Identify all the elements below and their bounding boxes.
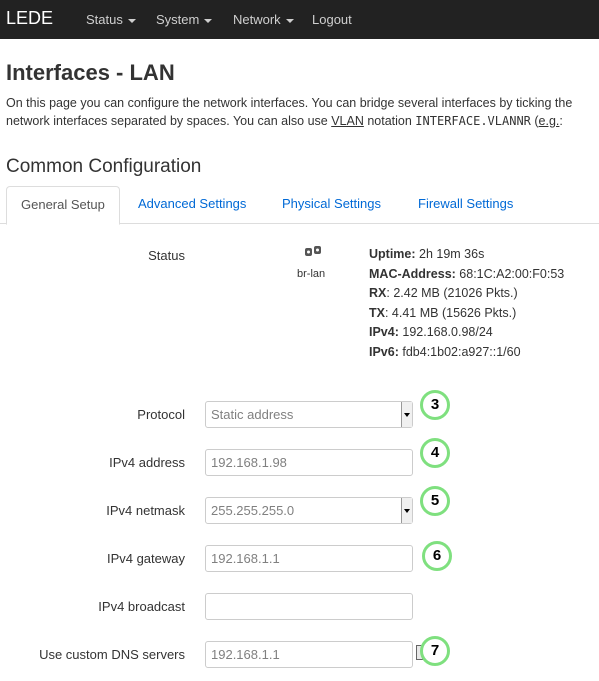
description-text: : — [559, 114, 563, 128]
menu-status-label: Status — [86, 12, 123, 27]
interface-vlan-code: INTERFACE.VLANNR — [415, 114, 531, 128]
step-badge-7: 7 — [420, 636, 450, 666]
chevron-down-icon — [127, 18, 136, 23]
tab-physical-settings[interactable]: Physical Settings — [268, 186, 395, 222]
ipv6-value: fdb4:1b02:a927::1/60 — [402, 344, 521, 359]
menu-system[interactable]: System — [156, 12, 213, 27]
ipv4-netmask-label: IPv4 netmask — [106, 503, 185, 518]
ipv4-address-input[interactable]: 192.168.1.98 — [205, 449, 413, 476]
mac-value: 68:1C:A2:00:F0:53 — [459, 266, 565, 281]
step-badge-6: 6 — [422, 541, 452, 571]
menu-network-label: Network — [233, 12, 281, 27]
dropdown-arrow-icon — [401, 402, 412, 427]
menu-status[interactable]: Status — [86, 12, 136, 27]
uptime-row: Uptime: 2h 19m 36s — [369, 245, 564, 265]
vlan-abbr: VLAN — [331, 114, 364, 128]
protocol-select[interactable]: Static address — [205, 401, 413, 428]
rx-row: RX: 2.42 MB (21026 Pkts.) — [369, 284, 564, 304]
step-badge-3: 3 — [420, 390, 450, 420]
interface-name: br-lan — [297, 268, 326, 280]
description-text: ( — [530, 114, 539, 128]
ipv4-label: IPv4: — [369, 325, 399, 339]
description-line-2: network interfaces separated by spaces. … — [6, 112, 599, 130]
step-badge-4: 4 — [420, 438, 450, 468]
status-details: Uptime: 2h 19m 36s MAC-Address: 68:1C:A2… — [369, 245, 564, 362]
tab-advanced-settings[interactable]: Advanced Settings — [124, 186, 260, 222]
status-label: Status — [148, 248, 185, 263]
ipv4-broadcast-input[interactable] — [205, 593, 413, 620]
eg-abbr: e.g. — [538, 114, 560, 128]
menu-network[interactable]: Network — [233, 12, 294, 27]
top-navbar: LEDE Status System Network Logout — [0, 0, 599, 39]
protocol-select-value: Static address — [211, 407, 294, 422]
tab-firewall-settings[interactable]: Firewall Settings — [404, 186, 527, 222]
rx-label: RX — [369, 286, 387, 300]
ipv6-row: IPv6: fdb4:1b02:a927::1/60 — [369, 343, 564, 363]
menu-logout[interactable]: Logout — [312, 12, 352, 27]
tx-row: TX: 4.41 MB (15626 Pkts.) — [369, 304, 564, 324]
tx-label: TX — [369, 305, 385, 320]
ipv4-address-label: IPv4 address — [109, 455, 185, 470]
section-title: Common Configuration — [6, 156, 202, 177]
protocol-label: Protocol — [137, 407, 185, 422]
description-line-1: On this page you can configure the netwo… — [6, 96, 573, 110]
ipv4-row: IPv4: 192.168.0.98/24 — [369, 323, 564, 343]
brand-logo[interactable]: LEDE — [6, 8, 53, 29]
rx-value: : 2.42 MB (21026 Pkts.) — [386, 286, 518, 300]
chevron-down-icon — [285, 18, 294, 23]
description-text: network interfaces separated by spaces. … — [6, 114, 332, 128]
menu-system-label: System — [156, 12, 200, 27]
description-text: notation — [363, 114, 416, 128]
tab-general-setup[interactable]: General Setup — [6, 186, 120, 225]
tab-bar: General Setup Advanced Settings Physical… — [0, 186, 599, 225]
ipv4-gateway-label: IPv4 gateway — [106, 551, 185, 566]
page-description: On this page you can configure the netwo… — [6, 94, 599, 130]
uptime-value: 2h 19m 36s — [419, 247, 485, 261]
bridge-interface-icon — [305, 246, 321, 256]
mac-row: MAC-Address: 68:1C:A2:00:F0:53 — [369, 265, 564, 285]
uptime-label: Uptime: — [369, 247, 416, 261]
step-badge-5: 5 — [420, 486, 450, 516]
ipv4-value: 192.168.0.98/24 — [402, 325, 493, 339]
page-title: Interfaces - LAN — [6, 60, 175, 85]
ipv6-label: IPv6: — [369, 344, 399, 359]
mac-label: MAC-Address: — [369, 266, 456, 281]
ipv4-gateway-input[interactable]: 192.168.1.1 — [205, 545, 413, 572]
custom-dns-input[interactable]: 192.168.1.1 — [205, 641, 413, 668]
chevron-down-icon — [204, 18, 213, 23]
ipv4-netmask-select[interactable]: 255.255.255.0 — [205, 497, 413, 524]
dropdown-arrow-icon — [401, 498, 412, 523]
tx-value: : 4.41 MB (15626 Pkts.) — [384, 305, 517, 320]
ipv4-broadcast-label: IPv4 broadcast — [98, 599, 185, 614]
ipv4-netmask-value: 255.255.255.0 — [211, 503, 295, 518]
custom-dns-label: Use custom DNS servers — [39, 647, 185, 662]
